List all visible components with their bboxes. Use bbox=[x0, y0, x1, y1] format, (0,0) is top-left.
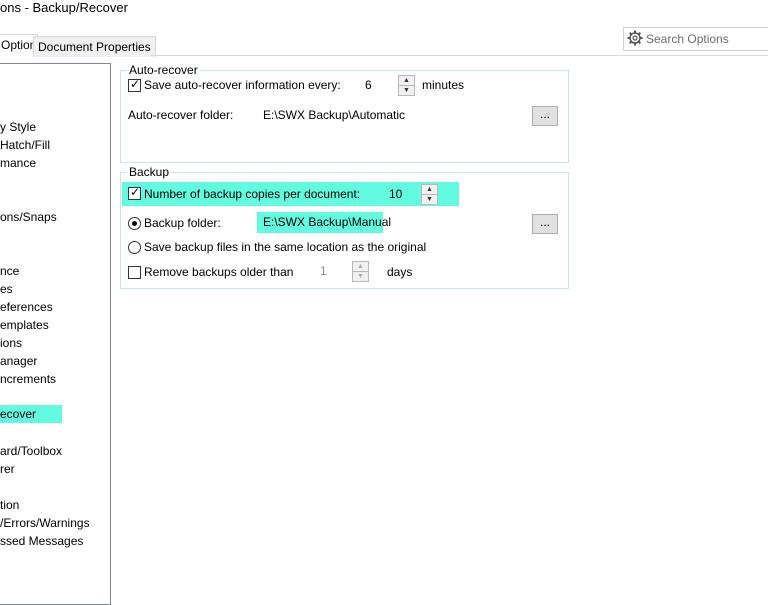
remove-backups-unit: days bbox=[387, 265, 413, 279]
auto-recover-interval-spinner[interactable]: ▲ ▼ bbox=[398, 75, 415, 96]
remove-backups-label: Remove backups older than bbox=[144, 265, 294, 279]
tree-item[interactable]: anager bbox=[0, 352, 37, 370]
backup-copies-label: Number of backup copies per document: bbox=[144, 187, 361, 201]
auto-recover-folder-label: Auto-recover folder: bbox=[128, 108, 234, 122]
backup-browse-button[interactable]: ... bbox=[532, 214, 558, 234]
tree-item-backup-recover[interactable]: ecover bbox=[0, 405, 62, 423]
backup-folder-value: E:\SWX Backup\Manual bbox=[263, 215, 392, 229]
search-options-input[interactable]: Search Options bbox=[623, 27, 768, 51]
tree-item[interactable]: mance bbox=[0, 154, 36, 172]
checkmark-icon: ✓ bbox=[130, 77, 141, 91]
window-title: ons - Backup/Recover bbox=[0, 0, 128, 15]
tree-item[interactable]: rer bbox=[0, 460, 15, 478]
options-tree[interactable]: y Style Hatch/Fill mance ons/Snaps nce e… bbox=[0, 63, 111, 605]
backup-folder-label: Backup folder: bbox=[144, 216, 221, 230]
tree-item[interactable]: ions bbox=[0, 334, 22, 352]
tab-label: Document Properties bbox=[38, 40, 151, 54]
tree-item[interactable]: eferences bbox=[0, 298, 53, 316]
spinner-up-icon[interactable]: ▲ bbox=[353, 262, 368, 272]
spinner-up-icon[interactable]: ▲ bbox=[422, 185, 437, 195]
tree-item[interactable]: emplates bbox=[0, 316, 49, 334]
remove-backups-value[interactable]: 1 bbox=[320, 261, 327, 281]
spinner-down-icon[interactable]: ▼ bbox=[399, 86, 414, 95]
tree-item[interactable]: Hatch/Fill bbox=[0, 136, 50, 154]
tab-divider bbox=[150, 55, 768, 56]
tree-item[interactable]: ssed Messages bbox=[0, 532, 83, 550]
auto-recover-interval-value[interactable]: 6 bbox=[365, 75, 372, 95]
tree-item[interactable]: ons/Snaps bbox=[0, 208, 57, 226]
tree-item[interactable]: y Style bbox=[0, 118, 36, 136]
tree-item[interactable]: tion bbox=[0, 496, 19, 514]
save-auto-recover-checkbox[interactable]: ✓ bbox=[128, 77, 141, 92]
search-placeholder: Search Options bbox=[646, 32, 729, 46]
tree-item[interactable]: nce bbox=[0, 262, 19, 280]
tree-item[interactable]: ard/Toolbox bbox=[0, 442, 62, 460]
same-location-radio[interactable] bbox=[128, 241, 141, 254]
gear-icon bbox=[627, 30, 643, 46]
spinner-down-icon[interactable]: ▼ bbox=[422, 195, 437, 204]
remove-backups-checkbox[interactable] bbox=[128, 266, 141, 279]
tree-item[interactable]: es bbox=[0, 280, 13, 298]
tree-item[interactable]: /Errors/Warnings bbox=[0, 514, 90, 532]
backup-group-title: Backup bbox=[127, 165, 172, 179]
backup-copies-value[interactable]: 10 bbox=[389, 184, 402, 204]
save-auto-recover-label: Save auto-recover information every: bbox=[144, 78, 341, 92]
backup-copies-checkbox[interactable]: ✓ bbox=[128, 185, 141, 200]
interval-unit-label: minutes bbox=[422, 78, 465, 92]
backup-copies-spinner[interactable]: ▲ ▼ bbox=[421, 184, 438, 205]
same-location-label: Save backup files in the same location a… bbox=[144, 240, 427, 254]
tab-document-properties[interactable]: Document Properties bbox=[33, 36, 156, 57]
spinner-down-icon[interactable]: ▼ bbox=[353, 272, 368, 281]
spinner-up-icon[interactable]: ▲ bbox=[399, 76, 414, 86]
radio-dot bbox=[132, 221, 137, 226]
backup-folder-radio[interactable] bbox=[128, 217, 141, 230]
checkmark-icon: ✓ bbox=[130, 185, 141, 199]
auto-recover-folder-value: E:\SWX Backup\Automatic bbox=[263, 108, 406, 122]
tree-item[interactable]: ncrements bbox=[0, 370, 56, 388]
auto-recover-browse-button[interactable]: ... bbox=[532, 106, 558, 126]
remove-backups-spinner[interactable]: ▲ ▼ bbox=[352, 261, 369, 282]
